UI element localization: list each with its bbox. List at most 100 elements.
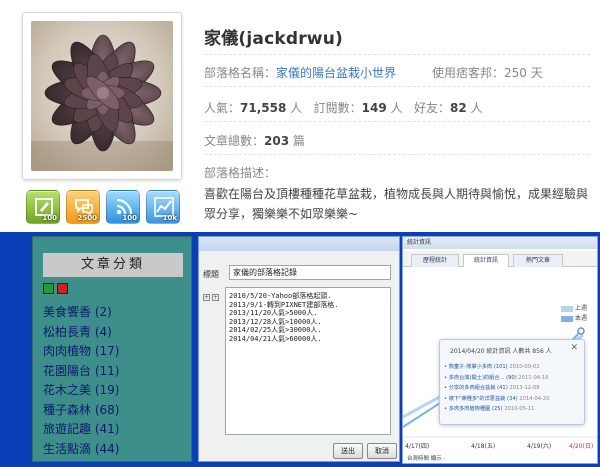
tab-popular[interactable]: 熱門文章	[513, 254, 563, 267]
succulent-photo	[31, 21, 173, 171]
collapse-icon[interactable]	[57, 283, 68, 294]
legend-item: 本週	[560, 313, 587, 322]
popup-item[interactable]: • 熊童子-熊掌小多肉 (101) 2010-09-02	[444, 362, 550, 373]
comment-badge[interactable]: 2500	[66, 190, 100, 224]
popup-title: 2014/04/20 統計資訊 人數共 856 人	[450, 348, 552, 355]
x-tick-label: 4/20(日)	[569, 443, 594, 450]
legend-swatch	[560, 315, 573, 322]
blog-name-link[interactable]: 家儀的陽台盆栽小世界	[276, 66, 396, 80]
record-line: 2013/11/20人氣>5000人.	[229, 309, 318, 318]
stats-footer: 台灣時間 顯示 ·	[407, 456, 446, 462]
subscribers-label: 訂閱數：	[313, 101, 362, 115]
username: 家儀(jackdrwu)	[204, 29, 343, 49]
chart-legend: 上週 本週	[560, 303, 587, 323]
stats-tabbar: 歷程統計 統計資訊 熱門文章	[403, 251, 597, 267]
divider	[204, 121, 590, 122]
badge-count: 100	[122, 214, 137, 222]
desc-label: 部落格描述：	[204, 166, 277, 180]
title-field[interactable]: 家儀的部落格記錄	[229, 265, 391, 280]
friends-label: 好友：	[414, 101, 451, 115]
divider	[204, 86, 590, 87]
rss-badge[interactable]: 100	[106, 190, 140, 224]
category-item[interactable]: 種子森林 (68)	[43, 401, 119, 421]
popup-list: • 熊童子-熊掌小多肉 (101) 2010-09-02 • 多肉台灣(開土)的…	[444, 362, 550, 415]
record-line: 2010/5/20-Yahoo部落格起頭.	[229, 292, 332, 300]
tree-toggles: + +	[203, 293, 221, 301]
blog-name-row: 部落格名稱：家儀的陽台盆栽小世界	[204, 64, 396, 81]
category-item[interactable]: 美食饗香 (2)	[43, 303, 119, 323]
popup-item[interactable]: • 多肉多肉植物種圖 (25) 2010-05-11	[444, 404, 550, 415]
category-item[interactable]: 松柏長青 (4)	[43, 323, 119, 343]
articles-value: 203	[264, 134, 290, 148]
expand-icon[interactable]	[43, 283, 54, 294]
chart-badge[interactable]: 10k	[146, 190, 180, 224]
item-title: 多肉台灣(開土)的組合...	[448, 374, 505, 381]
tree-expand-icon[interactable]: +	[212, 294, 219, 301]
category-item[interactable]: 花園陽台 (11)	[43, 362, 119, 382]
friends-value: 82	[450, 101, 467, 115]
item-title: 分享的多肉組合盆栽	[448, 385, 496, 391]
item-count: (101)	[493, 364, 508, 370]
subscribers-value: 149	[361, 101, 387, 115]
category-item[interactable]: 肉肉植物 (17)	[43, 342, 119, 362]
usage-row: 使用痞客邦：250 天	[432, 64, 543, 81]
popularity-unit: 人	[290, 101, 303, 115]
item-date: 2010-05-11	[504, 406, 535, 412]
category-toggle-icons	[43, 283, 68, 294]
cancel-button[interactable]: 取消	[367, 443, 397, 459]
legend-swatch	[560, 305, 573, 312]
tree-expand-icon[interactable]: +	[203, 294, 210, 301]
screenshot-collage: 文章分類 美食饗香 (2) 松柏長青 (4) 肉肉植物 (17) 花園陽台 (1…	[0, 232, 600, 467]
articles-row: 文章總數：203 篇	[204, 132, 305, 149]
item-count: (34)	[507, 395, 518, 402]
category-item[interactable]: 生活點滴 (44)	[43, 440, 119, 460]
record-line: 2014/04/21人氣>60000人.	[229, 334, 322, 343]
legend-item: 上週	[560, 303, 587, 312]
blog-name-label: 部落格名稱：	[204, 66, 277, 80]
popularity-value: 71,558	[240, 101, 287, 115]
popup-item[interactable]: • 分享的多肉組合盆栽 (41) 2013-12-08	[444, 383, 550, 394]
item-date: 2013-12-08	[509, 385, 540, 391]
divider	[204, 54, 590, 55]
avatar-frame	[22, 12, 182, 180]
usage-value: 250 天	[504, 66, 543, 80]
divider	[204, 154, 590, 155]
popularity-label: 人氣：	[204, 101, 241, 115]
x-tick-label: 4/17(四)	[405, 443, 430, 450]
item-date: 2011-04-16	[518, 374, 549, 381]
record-line: 2013/9/1-轉到PIXNET建部落格.	[229, 300, 339, 309]
blog-description: 喜歡在陽台及頂樓種種花草盆栽，植物成長與人期待與愉悅，成果經驗與眾分享，獨樂樂不…	[204, 187, 589, 221]
category-item[interactable]: 旅遊記趣 (41)	[43, 420, 119, 440]
record-line: 2014/02/25人氣>30000人.	[229, 326, 322, 335]
stats-window: 統計資訊 歷程統計 統計資訊 熱門文章 上週 本週 2014/04/20 統計資…	[402, 236, 598, 464]
friends-unit: 人	[470, 101, 483, 115]
item-title: 被下"萊種多"的洋蔥盆栽	[448, 395, 506, 402]
badge-count: 10k	[162, 214, 177, 222]
profile-info: 家儀(jackdrwu) 部落格名稱：家儀的陽台盆栽小世界 使用痞客邦：250 …	[204, 24, 590, 221]
confirm-button[interactable]: 送出	[333, 443, 363, 459]
usage-label: 使用痞客邦：	[432, 66, 505, 80]
popup-item[interactable]: • 多肉台灣(開土)的組合... (90) 2011-04-16	[444, 373, 550, 384]
x-axis: 4/17(四) 4/18(五) 4/19(六) 4/20(日)	[403, 441, 597, 451]
title-field-label: 標題	[203, 270, 219, 279]
item-count: (41)	[497, 385, 508, 391]
avatar[interactable]	[31, 21, 173, 171]
category-title: 文章分類	[43, 253, 183, 277]
x-tick-label: 4/19(六)	[527, 443, 552, 450]
subscribers-unit: 人	[390, 101, 403, 115]
record-textarea[interactable]: 2010/5/20-Yahoo部落格起頭. 2013/9/1-轉到PIXNET建…	[225, 287, 391, 435]
stats-header: 統計資訊	[403, 237, 597, 249]
category-list: 美食饗香 (2) 松柏長青 (4) 肉肉植物 (17) 花園陽台 (11) 花木…	[43, 303, 119, 459]
tab-history[interactable]: 歷程統計	[411, 254, 459, 267]
x-tick-label: 4/18(五)	[471, 443, 496, 450]
record-dialog: 標題 家儀的部落格記錄 + + 2010/5/20-Yahoo部落格起頭. 201…	[198, 236, 400, 462]
badge-count: 100	[42, 214, 57, 222]
tab-stats[interactable]: 統計資訊	[463, 254, 509, 267]
item-title: 熊童子-熊掌小多肉	[448, 364, 493, 370]
close-icon[interactable]: ✕	[570, 343, 578, 353]
category-item[interactable]: 花木之美 (19)	[43, 381, 119, 401]
note-badge[interactable]: 100	[26, 190, 60, 224]
badge-count: 2500	[77, 214, 97, 222]
dialog-titlebar	[199, 237, 399, 251]
popup-item[interactable]: • 被下"萊種多"的洋蔥盆栽 (34) 2014-04-20	[444, 394, 550, 405]
